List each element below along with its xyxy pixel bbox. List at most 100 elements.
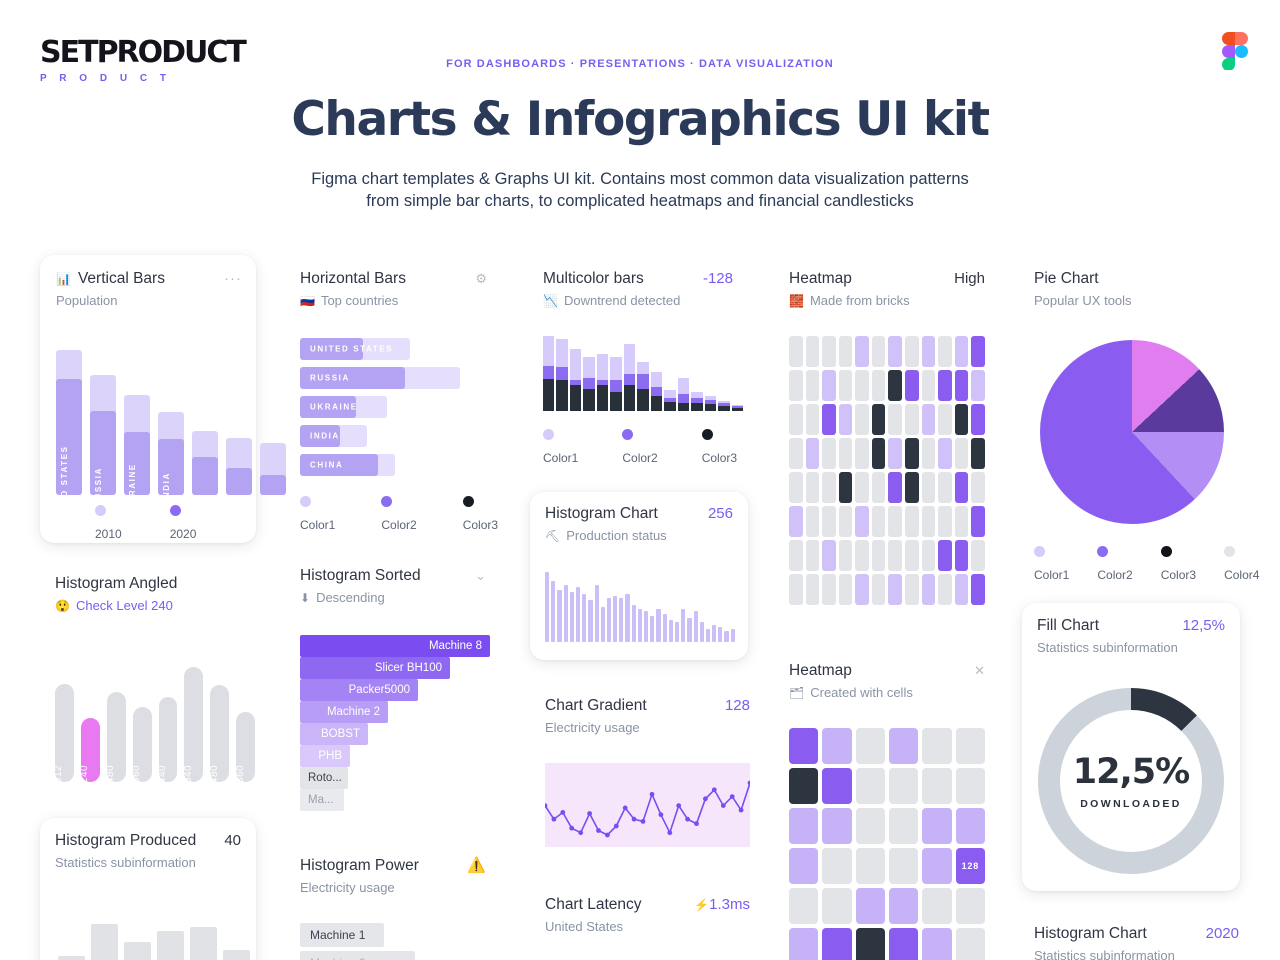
legend-item-color3[interactable]: Color3 — [701, 429, 737, 467]
block-histogram-sorted[interactable]: Histogram Sorted ⌄ ⬇ Descending Machine … — [300, 567, 500, 811]
area-point[interactable] — [613, 823, 619, 829]
heatmap-cell[interactable] — [971, 336, 985, 367]
histogram-bar[interactable] — [724, 631, 729, 642]
heatmap-cell[interactable] — [871, 506, 886, 537]
block-horizontal-bars[interactable]: Horizontal Bars ⚙ 🇷🇺 Top countries UNITE… — [300, 270, 500, 534]
stacked-bar[interactable] — [664, 390, 676, 411]
stacked-bar[interactable] — [650, 372, 663, 411]
heatmap-cell[interactable] — [955, 888, 985, 924]
heatmap-cell[interactable] — [822, 438, 836, 469]
heatmap-cell[interactable] — [921, 336, 936, 367]
heatmap-cell[interactable] — [789, 472, 803, 503]
heatmap-cell[interactable] — [905, 404, 919, 435]
histogram-bar[interactable] — [575, 587, 581, 642]
stacked-bar[interactable] — [556, 339, 568, 411]
heatmap-cell[interactable] — [855, 506, 869, 537]
heatmap-cell[interactable] — [822, 506, 836, 537]
angled-bar[interactable]: 640 — [183, 667, 204, 783]
heatmap-cell[interactable] — [822, 928, 852, 960]
hbar-russia[interactable]: RUSSIA — [300, 367, 460, 389]
legend-item-color3[interactable]: Color3 — [1160, 546, 1196, 584]
heatmap-cell[interactable] — [921, 574, 936, 605]
histogram-bar[interactable] — [699, 622, 704, 642]
stacked-bar[interactable] — [543, 336, 555, 411]
histogram-bar[interactable] — [582, 593, 587, 642]
heatmap-cell[interactable] — [789, 540, 803, 571]
heatmap-cell[interactable] — [805, 370, 820, 401]
angled-bar[interactable]: 480 — [105, 692, 126, 783]
heatmap-cell[interactable] — [905, 438, 919, 469]
block-heatmap-cells[interactable]: Heatmap ✕ 🗂 Created with cells 12864 — [789, 662, 985, 960]
heatmap-cell[interactable] — [922, 848, 952, 884]
block-multicolor-bars[interactable]: Multicolor bars -128 📉 Downtrend detecte… — [543, 270, 744, 467]
heatmap-cell[interactable] — [971, 540, 985, 571]
histogram-bar[interactable] — [656, 609, 661, 642]
produced-bar[interactable] — [58, 956, 85, 960]
heatmap-cell[interactable] — [905, 506, 919, 537]
bar-7[interactable] — [260, 443, 286, 495]
heatmap-cell[interactable] — [871, 574, 886, 605]
heatmap-cell[interactable] — [855, 728, 885, 764]
block-heatmap-bricks[interactable]: Heatmap High 🧱 Made from bricks — [789, 270, 985, 605]
sorted-bar[interactable]: Ma... — [300, 789, 344, 811]
heatmap-cell[interactable] — [789, 768, 819, 804]
heatmap-cell[interactable] — [805, 540, 820, 571]
heatmap-cell[interactable] — [855, 928, 885, 960]
histogram-bar[interactable] — [662, 613, 667, 642]
area-point[interactable] — [720, 803, 726, 808]
histogram-bar[interactable] — [650, 615, 655, 642]
histogram-bar[interactable] — [588, 600, 593, 642]
heatmap-cell[interactable] — [888, 540, 903, 571]
sorted-bar[interactable]: Machine 2 — [300, 701, 388, 723]
heatmap-cell[interactable] — [822, 888, 852, 924]
heatmap-cell[interactable] — [838, 336, 853, 367]
legend-item-color3[interactable]: Color3 — [462, 496, 498, 534]
heatmap-cell[interactable] — [822, 574, 836, 605]
pie-chart-plot[interactable] — [1040, 340, 1224, 524]
heatmap-cell[interactable] — [954, 540, 969, 571]
histogram-bar[interactable] — [693, 611, 698, 642]
heatmap-cell[interactable] — [938, 506, 952, 537]
histogram-bar[interactable] — [545, 572, 550, 642]
heatmap-cell[interactable] — [888, 472, 903, 503]
heatmap-cell[interactable] — [789, 808, 819, 844]
legend-item-2010[interactable]: 2010 — [95, 505, 122, 543]
heatmap-cell[interactable] — [855, 540, 869, 571]
block-chart-gradient[interactable]: Chart Gradient 128 Electricity usage — [542, 697, 753, 847]
heatmap-cell[interactable] — [855, 574, 869, 605]
area-point[interactable] — [551, 816, 557, 822]
chevron-down-icon[interactable]: ⌄ — [475, 568, 486, 584]
heatmap-cell[interactable] — [954, 574, 969, 605]
heatmap-cell[interactable] — [971, 404, 985, 435]
angled-bar[interactable]: 360 — [235, 712, 255, 783]
area-point[interactable] — [676, 803, 682, 808]
sorted-bar[interactable]: Packer5000 — [300, 679, 418, 701]
area-point[interactable] — [578, 830, 584, 836]
stacked-bar[interactable] — [704, 396, 717, 411]
heatmap-cell[interactable] — [889, 928, 919, 960]
area-point[interactable] — [694, 821, 699, 827]
gear-icon[interactable]: ⚙ — [475, 271, 487, 287]
heatmap-cell[interactable] — [905, 336, 919, 367]
heatmap-cells-grid[interactable]: 12864 — [789, 728, 985, 960]
heatmap-cell[interactable] — [789, 506, 803, 537]
area-point[interactable] — [596, 828, 601, 833]
hbar-ukraine[interactable]: UKRAINE — [300, 396, 387, 418]
produced-bar[interactable] — [223, 950, 250, 960]
area-point[interactable] — [738, 807, 744, 813]
heatmap-cell[interactable] — [921, 540, 936, 571]
area-point[interactable] — [622, 805, 628, 811]
heatmap-cell[interactable] — [838, 506, 853, 537]
area-point[interactable] — [560, 810, 566, 815]
heatmap-cell[interactable] — [855, 808, 885, 844]
histogram-bar[interactable] — [569, 591, 574, 642]
heatmap-cell[interactable] — [855, 768, 885, 804]
warning-triangle-icon[interactable]: ⚠️ — [467, 858, 486, 873]
produced-bar[interactable] — [124, 942, 151, 960]
heatmap-cell[interactable] — [938, 438, 952, 469]
angled-bar[interactable]: 360 — [131, 707, 152, 783]
heatmap-cell[interactable] — [921, 370, 936, 401]
stacked-bar[interactable] — [596, 354, 609, 411]
sorted-bar[interactable]: BOBST — [300, 723, 368, 745]
stacked-bar[interactable] — [677, 378, 690, 411]
